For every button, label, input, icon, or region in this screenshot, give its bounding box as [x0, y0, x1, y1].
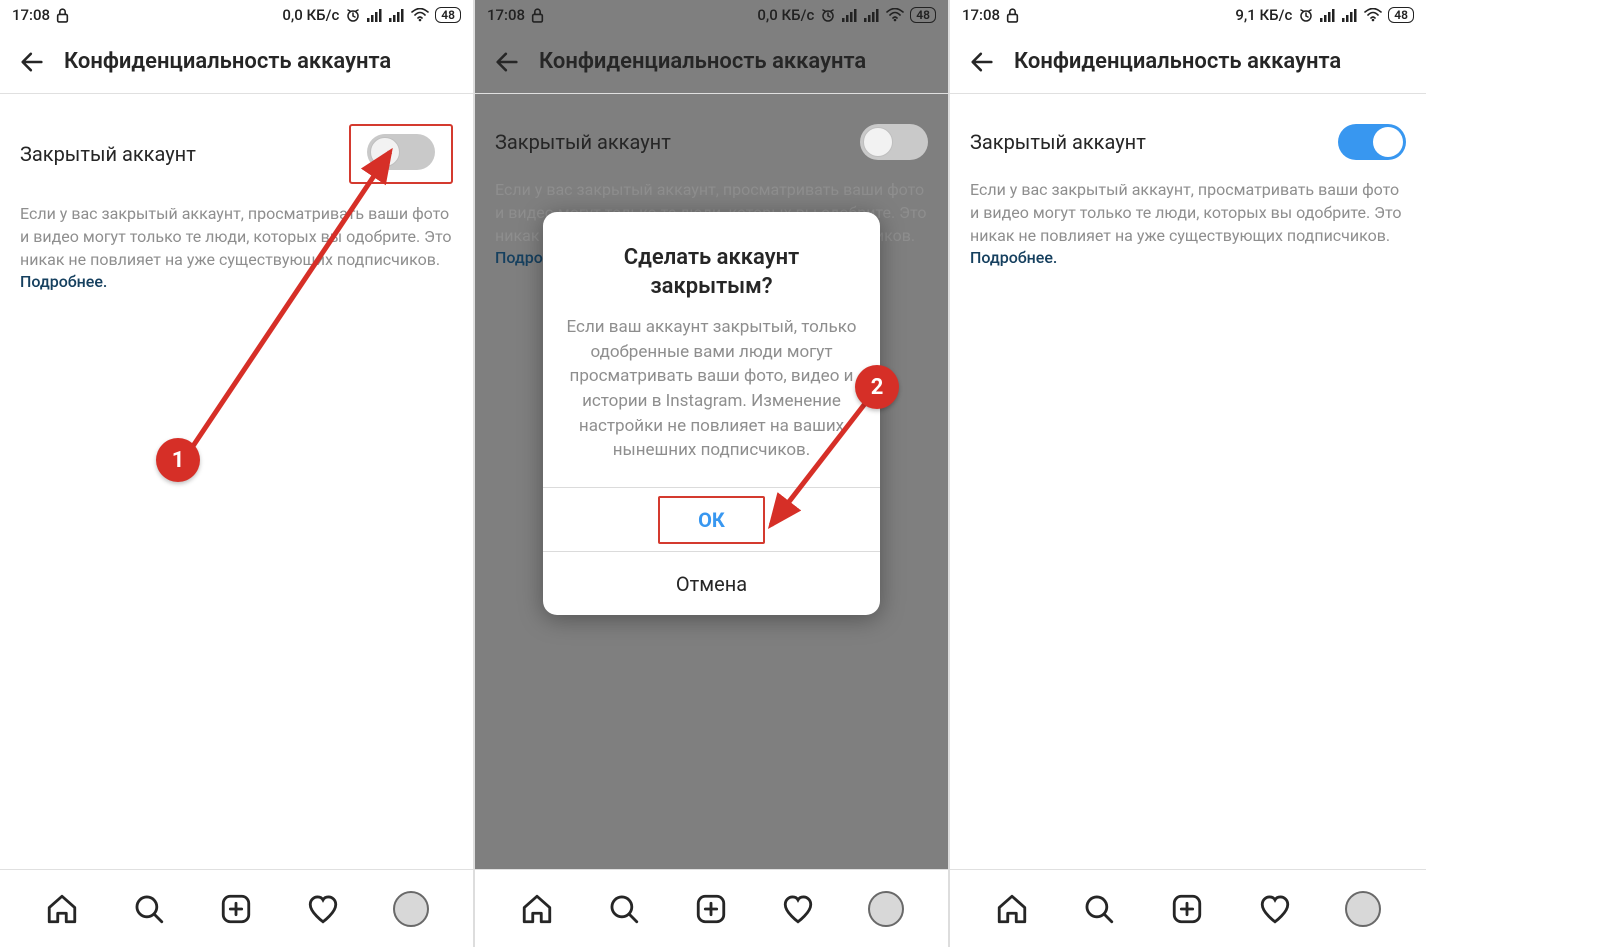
page-title: Конфиденциальность аккаунта [64, 49, 391, 74]
status-speed: 0,0 КБ/с [282, 6, 339, 24]
bottom-nav [475, 869, 948, 947]
status-speed: 0,0 КБ/с [757, 6, 814, 24]
status-bar: 17:08 0,0 КБ/с 48 [475, 0, 948, 30]
profile-avatar-icon[interactable] [393, 891, 429, 927]
wifi-icon [411, 8, 429, 22]
page-title: Конфиденциальность аккаунта [1014, 49, 1341, 74]
activity-heart-icon[interactable] [781, 892, 815, 926]
private-account-toggle[interactable] [367, 134, 435, 170]
home-icon[interactable] [45, 892, 79, 926]
bottom-nav [0, 869, 473, 947]
dialog-cancel-button[interactable]: Отмена [543, 551, 880, 615]
signal-icon-2 [864, 8, 880, 22]
wifi-icon [886, 8, 904, 22]
private-account-label: Закрытый аккаунт [20, 142, 196, 166]
signal-icon [1320, 8, 1336, 22]
page-title: Конфиденциальность аккаунта [539, 49, 866, 74]
dialog-title: Сделать аккаунт закрытым? [563, 244, 860, 301]
annotation-highlight-1 [349, 124, 453, 184]
status-time: 17:08 [487, 6, 525, 24]
wifi-icon [1364, 8, 1382, 22]
battery-icon: 48 [1388, 7, 1414, 23]
lock-icon [56, 8, 69, 23]
search-icon[interactable] [132, 892, 166, 926]
private-account-toggle[interactable] [860, 124, 928, 160]
screen-step-3: 17:08 9,1 КБ/с 48 Конфиденциальность акк… [950, 0, 1426, 947]
app-header: Конфиденциальность аккаунта [0, 30, 473, 94]
learn-more-link[interactable]: Подробнее. [970, 248, 1057, 267]
confirm-private-dialog: Сделать аккаунт закрытым? Если ваш аккау… [543, 212, 880, 615]
signal-icon-2 [1342, 8, 1358, 22]
activity-heart-icon[interactable] [1258, 892, 1292, 926]
profile-avatar-icon[interactable] [868, 891, 904, 927]
search-icon[interactable] [1082, 892, 1116, 926]
back-icon[interactable] [493, 48, 521, 76]
private-account-description: Если у вас закрытый аккаунт, просматрива… [20, 204, 451, 269]
home-icon[interactable] [520, 892, 554, 926]
screen-step-2: 17:08 0,0 КБ/с 48 Конфиденциальность акк… [475, 0, 950, 947]
private-account-toggle[interactable] [1338, 124, 1406, 160]
status-time: 17:08 [962, 6, 1000, 24]
screen-step-1: 17:08 0,0 КБ/с 48 [0, 0, 475, 947]
app-header: Конфиденциальность аккаунта [475, 30, 948, 94]
lock-icon [531, 8, 544, 23]
add-post-icon[interactable] [694, 892, 728, 926]
alarm-icon [1298, 7, 1314, 23]
activity-heart-icon[interactable] [306, 892, 340, 926]
lock-icon [1006, 8, 1019, 23]
add-post-icon[interactable] [1170, 892, 1204, 926]
annotation-highlight-2: ОК [658, 496, 765, 544]
back-icon[interactable] [968, 48, 996, 76]
private-account-description: Если у вас закрытый аккаунт, просматрива… [970, 180, 1401, 245]
profile-avatar-icon[interactable] [1345, 891, 1381, 927]
signal-icon [367, 8, 383, 22]
battery-icon: 48 [910, 7, 936, 23]
bottom-nav [950, 869, 1426, 947]
alarm-icon [820, 7, 836, 23]
signal-icon [842, 8, 858, 22]
dialog-ok-button[interactable]: ОК [543, 487, 880, 551]
battery-icon: 48 [435, 7, 461, 23]
private-account-label: Закрытый аккаунт [970, 130, 1146, 154]
app-header: Конфиденциальность аккаунта [950, 30, 1426, 94]
dialog-text: Если ваш аккаунт закрытый, только одобре… [563, 315, 860, 463]
signal-icon-2 [389, 8, 405, 22]
status-time: 17:08 [12, 6, 50, 24]
status-speed: 9,1 КБ/с [1235, 6, 1292, 24]
status-bar: 17:08 9,1 КБ/с 48 [950, 0, 1426, 30]
add-post-icon[interactable] [219, 892, 253, 926]
search-icon[interactable] [607, 892, 641, 926]
learn-more-link[interactable]: Подробнее. [20, 272, 107, 291]
annotation-step-2-badge: 2 [855, 365, 899, 409]
status-bar: 17:08 0,0 КБ/с 48 [0, 0, 473, 30]
home-icon[interactable] [995, 892, 1029, 926]
annotation-step-1-badge: 1 [156, 438, 200, 482]
back-icon[interactable] [18, 48, 46, 76]
private-account-label: Закрытый аккаунт [495, 130, 671, 154]
alarm-icon [345, 7, 361, 23]
